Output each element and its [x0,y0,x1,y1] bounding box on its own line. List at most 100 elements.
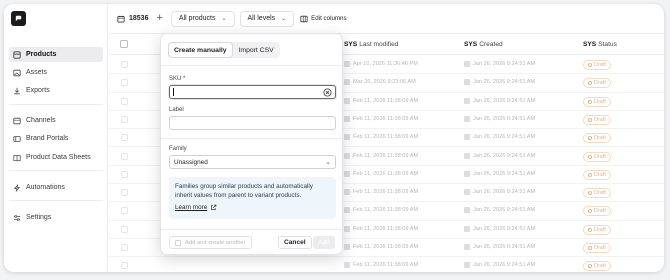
last-modified-value: Feb 11, 2026 11:38:09 AM [353,225,419,232]
created-cell: Jan 26, 2026 9:24:51 AM [464,97,535,104]
sys-prefix: SYS [344,41,358,48]
column-label: Status [598,41,617,48]
last-modified-value: Apr 10, 2026 11:36:46 PM [353,61,418,67]
last-modified-cell: Feb 11, 2026 11:38:09 AM [344,170,418,177]
add-and-create-another-button[interactable]: Add and create another [169,236,252,249]
last-modified-value: Feb 11, 2026 11:38:09 AM [353,115,419,122]
last-modified-cell: Feb 11, 2026 11:38:09 AM [344,115,419,122]
add-and-create-another-label: Add and create another [185,239,246,246]
row-checkbox[interactable] [121,115,128,123]
checkbox-icon [175,239,181,246]
status-value: Draft [594,245,606,251]
sidebar-divider [9,200,103,201]
status-value: Draft [594,208,606,215]
products-icon [13,50,21,59]
sidebar-item-channels[interactable]: Channels [9,113,103,128]
row-checkbox[interactable] [121,97,128,105]
clock-icon [344,225,350,232]
learn-more-link[interactable]: Learn more [175,203,330,212]
last-modified-cell: Feb 11, 2026 11:38:09 AM [344,244,418,250]
status-value: Draft [594,135,606,142]
book-icon [13,154,21,161]
row-checkbox[interactable] [121,244,128,251]
sidebar-item-exports[interactable]: Exports [9,83,103,98]
family-info-box: Families group similar products and auto… [169,177,336,219]
last-modified-cell: Feb 11, 2026 11:38:09 AM [344,207,418,214]
cancel-button[interactable]: Cancel [278,236,312,249]
created-cell: Jan 26, 2026 9:24:51 AM [464,134,535,141]
draft-icon [588,154,592,159]
clock-icon [344,189,350,196]
column-header-last-modified[interactable]: SYS Last modified [344,41,398,48]
clock-icon [344,97,350,104]
row-checkbox[interactable] [121,79,128,87]
status-badge: Draft [583,96,611,107]
clear-icon[interactable] [323,88,332,97]
row-checkbox[interactable] [121,61,128,68]
all-products-label: All products [178,15,216,22]
modal-divider [161,65,342,66]
clock-icon [464,97,470,104]
add-button[interactable]: Add [313,236,335,249]
sku-input[interactable] [169,85,336,99]
all-levels-label: All levels [247,15,276,22]
column-header-created[interactable]: SYS Created [464,41,503,48]
clock-icon [344,262,350,269]
last-modified-cell: Feb 11, 2026 11:38:09 AM [344,152,418,159]
last-modified-cell: Feb 11, 2026 11:38:09 AM [344,225,419,232]
modal-footer: Add and create another Cancel Add [161,229,342,256]
created-cell: Jan 26, 2026 9:24:51 AM [464,115,535,122]
sidebar-item-automations[interactable]: Automations [9,180,103,195]
last-modified-cell: Mar 26, 2026 9:23:06 AM [344,79,416,86]
sidebar-item-product-data-sheets[interactable]: Product Data Sheets [9,150,103,165]
sidebar-divider [9,104,103,105]
status-badge: Draft [583,151,611,162]
all-levels-dropdown[interactable]: All levels ⌄ [239,10,295,27]
created-value: Jan 26, 2026 9:24:51 AM [473,61,536,67]
channels-icon [13,117,21,124]
row-checkbox[interactable] [121,134,128,142]
clock-icon [464,262,470,269]
column-header-status[interactable]: SYS Status [583,41,617,48]
external-link-icon [211,204,217,210]
family-select[interactable]: Unassigned ⌄ [169,155,336,169]
last-modified-cell: Feb 11, 2026 11:38:09 AM [344,189,418,196]
draft-icon [588,191,592,196]
chevron-down-icon: ⌄ [281,16,287,22]
edit-columns-button[interactable]: Edit columns [300,15,347,23]
status-badge: Draft [583,243,611,253]
table-row[interactable]: Feb 11, 2026 11:38:09 AM Jan 26, 2026 9:2… [109,257,664,272]
all-products-dropdown[interactable]: All products ⌄ [170,10,235,27]
tab-create-manually[interactable]: Create manually [169,43,232,57]
draft-icon [588,172,592,177]
row-checkbox[interactable] [121,170,128,178]
row-checkbox[interactable] [121,225,128,233]
sidebar-item-brand-portals[interactable]: Brand Portals [9,131,103,146]
tab-import-csv[interactable]: Import CSV [234,43,279,57]
sidebar-item-label: Assets [26,69,48,76]
row-checkbox[interactable] [121,189,128,197]
sidebar-item-label: Products [26,51,57,58]
sidebar-item-settings[interactable]: Settings [9,210,103,225]
add-product-icon[interactable]: + [156,13,162,24]
created-cell: Jan 26, 2026 9:24:51 AM [464,152,535,159]
logo-icon[interactable] [11,11,26,26]
product-count-button[interactable]: 18536 [117,15,148,23]
chevron-down-icon: ⌄ [221,16,227,22]
created-cell: Jan 26, 2026 9:24:51 AM [464,189,535,196]
status-value: Draft [594,80,606,87]
status-badge: Draft [583,169,611,180]
last-modified-value: Feb 11, 2026 11:38:09 AM [353,244,419,250]
row-checkbox[interactable] [121,262,128,270]
sidebar-item-products[interactable]: Products [9,47,103,62]
column-label: Last modified [359,41,399,48]
last-modified-cell: Feb 11, 2026 11:38:09 AM [344,134,418,141]
row-checkbox[interactable] [121,207,128,215]
status-value: Draft [594,98,606,105]
status-value: Draft [594,116,606,123]
row-checkbox[interactable] [121,152,128,160]
sidebar-item-assets[interactable]: Assets [9,65,103,80]
draft-icon [588,246,592,250]
select-all-checkbox[interactable] [120,40,128,48]
label-input[interactable] [169,116,336,130]
